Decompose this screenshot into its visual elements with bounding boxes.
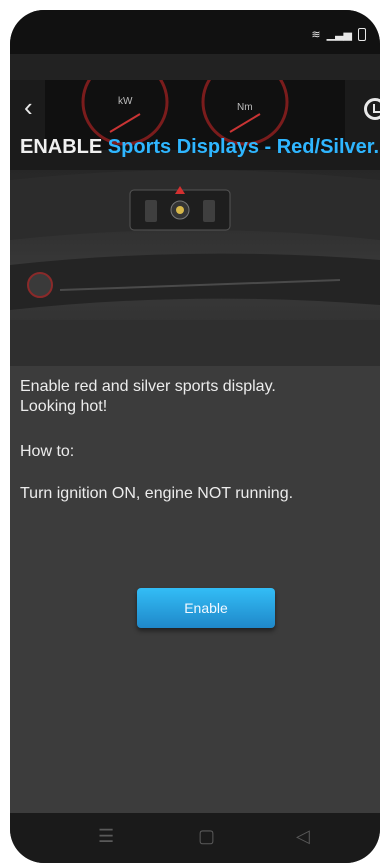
description-line-1: Enable red and silver sports display.	[20, 378, 276, 395]
enable-button[interactable]: Enable	[137, 588, 275, 628]
hero-image: kW Nm ‹ ENABLE Sports Displays - Red/Sil…	[10, 80, 380, 366]
title-prefix: ENABLE	[20, 136, 103, 158]
dashboard-illustration: kW Nm	[10, 80, 380, 366]
status-bar: ≋ ▁▃▅	[10, 10, 380, 54]
signal-icon: ▁▃▅	[326, 29, 352, 41]
header-strip	[10, 54, 380, 80]
status-icons: ≋ ▁▃▅	[311, 28, 366, 41]
system-navigation-bar: ☰ ▢ ◁	[10, 813, 380, 863]
menu-icon[interactable]: ☰	[98, 827, 114, 845]
app-screen: ≋ ▁▃▅ kW Nm ‹ ENABLE Sports Displays - R…	[10, 10, 380, 863]
instruction-text: Turn ignition ON, engine NOT running.	[20, 485, 294, 502]
nav-back-icon[interactable]: ◁	[296, 827, 310, 845]
page-title: ENABLE Sports Displays - Red/Silver.	[20, 136, 379, 159]
howto-label: How to:	[20, 443, 75, 460]
home-icon[interactable]: ▢	[198, 827, 215, 845]
wifi-icon: ≋	[311, 29, 321, 41]
history-icon[interactable]	[364, 98, 380, 120]
phone-frame: ≋ ▁▃▅ kW Nm ‹ ENABLE Sports Displays - R…	[0, 0, 385, 865]
back-icon[interactable]: ‹	[24, 94, 33, 120]
description-line-2: Looking hot!	[20, 398, 108, 415]
title-highlight: Sports Displays - Red/Silver.	[107, 136, 380, 158]
gauge-left-unit: kW	[118, 96, 133, 107]
gauge-right-unit: Nm	[237, 102, 253, 113]
battery-icon	[358, 28, 366, 41]
